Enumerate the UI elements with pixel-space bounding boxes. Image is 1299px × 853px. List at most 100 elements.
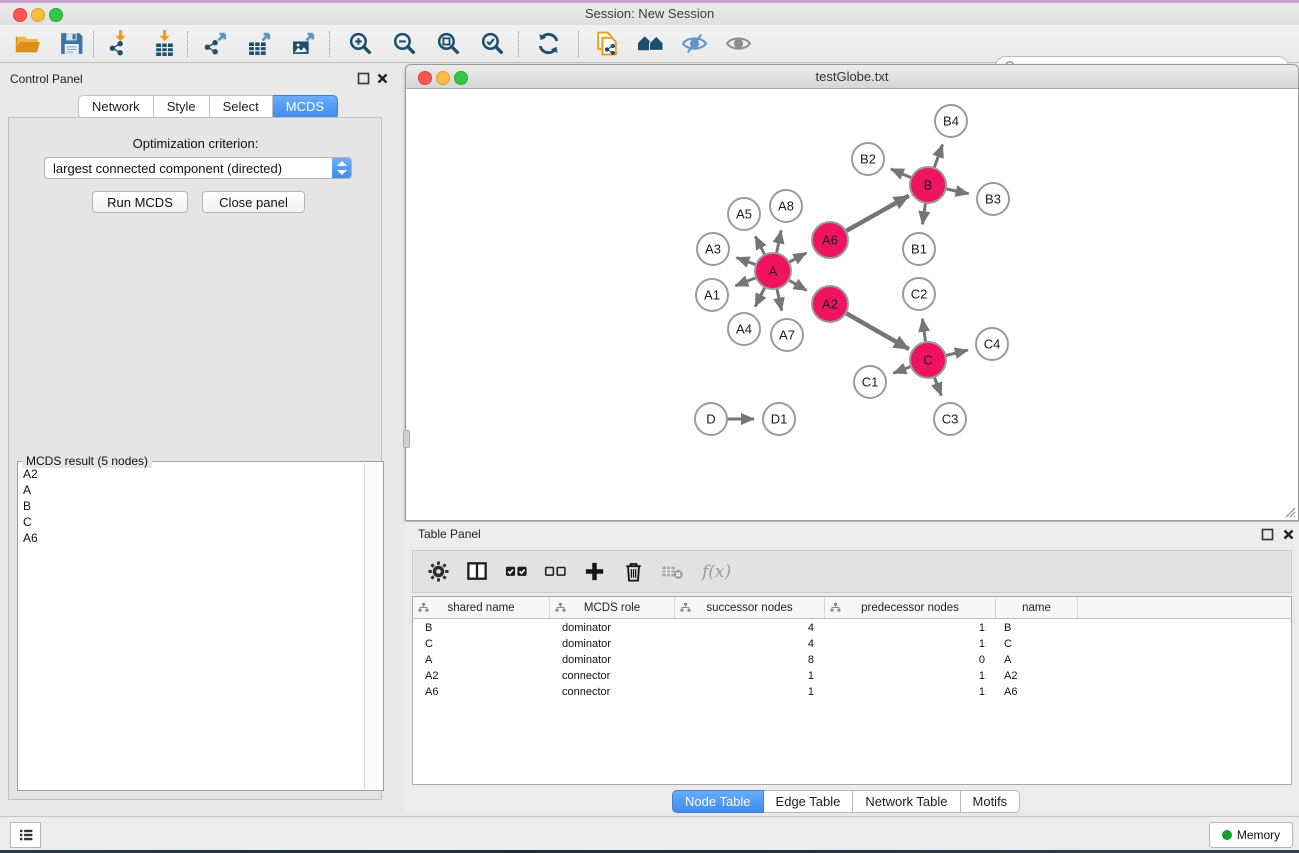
refresh-layout-icon[interactable] [530, 28, 566, 60]
graph-node-B[interactable]: B [910, 167, 946, 203]
table-row-A6[interactable]: A6connector11A6 [413, 684, 1291, 700]
main-titlebar[interactable]: Session: New Session [0, 3, 1299, 25]
graph-node-B4[interactable]: B4 [935, 105, 967, 137]
table-cell[interactable]: B [413, 620, 550, 636]
column-header-MCDS-role[interactable]: MCDS role [550, 597, 675, 618]
column-header-shared-name[interactable]: shared name [413, 597, 550, 618]
clone-network-icon[interactable] [588, 28, 624, 60]
graph-node-C2[interactable]: C2 [903, 278, 935, 310]
tab-network[interactable]: Network [78, 95, 154, 119]
table-cell[interactable]: 8 [675, 652, 825, 668]
open-session-icon[interactable] [9, 28, 45, 60]
tab-motifs[interactable]: Motifs [961, 790, 1021, 813]
column-header-successor-nodes[interactable]: successor nodes [675, 597, 825, 618]
column-header-predecessor-nodes[interactable]: predecessor nodes [825, 597, 996, 618]
function-builder-button[interactable]: f(x) [698, 562, 731, 582]
network-window-titlebar[interactable]: testGlobe.txt [406, 65, 1298, 89]
minimize-traffic-light[interactable] [31, 8, 45, 22]
graph-node-A1[interactable]: A1 [696, 279, 728, 311]
graph-node-A6[interactable]: A6 [812, 222, 848, 258]
session-home-icon[interactable] [632, 28, 668, 60]
tab-edge-table[interactable]: Edge Table [764, 790, 854, 813]
tab-style[interactable]: Style [154, 95, 210, 119]
deselect-all-checkboxes-icon[interactable] [542, 559, 568, 585]
graph-node-C4[interactable]: C4 [976, 328, 1008, 360]
graph-node-C[interactable]: C [910, 342, 946, 378]
table-row-A[interactable]: Adominator80A [413, 652, 1291, 668]
table-cell[interactable]: A6 [996, 684, 1078, 700]
split-columns-icon[interactable] [464, 559, 490, 585]
memory-button[interactable]: Memory [1209, 822, 1293, 848]
table-cell[interactable]: C [413, 636, 550, 652]
table-cell[interactable]: A2 [413, 668, 550, 684]
column-header-name[interactable]: name [996, 597, 1078, 618]
hide-selected-eye-icon[interactable] [676, 28, 712, 60]
task-history-button[interactable] [10, 822, 41, 848]
graph-node-C1[interactable]: C1 [854, 366, 886, 398]
table-cell[interactable]: A6 [413, 684, 550, 700]
mcds-result-item[interactable]: C [23, 514, 38, 530]
settings-gear-icon[interactable] [425, 559, 451, 585]
table-cell[interactable]: connector [550, 684, 675, 700]
zoom-out-icon[interactable] [386, 28, 422, 60]
table-cell[interactable]: 1 [825, 668, 996, 684]
table-cell[interactable]: 1 [825, 684, 996, 700]
import-table-icon[interactable] [146, 28, 182, 60]
graph-node-C3[interactable]: C3 [934, 403, 966, 435]
save-session-icon[interactable] [53, 28, 89, 60]
table-close-panel-icon[interactable] [1282, 528, 1295, 541]
zoom-traffic-light[interactable] [49, 8, 63, 22]
show-eye-icon[interactable] [720, 28, 756, 60]
network-zoom-traffic-light[interactable] [454, 71, 468, 85]
select-all-checkboxes-icon[interactable] [503, 559, 529, 585]
table-cell[interactable]: A [996, 652, 1078, 668]
table-cell[interactable]: B [996, 620, 1078, 636]
close-panel-button[interactable]: Close panel [202, 191, 305, 213]
network-close-traffic-light[interactable] [418, 71, 432, 85]
criterion-dropdown[interactable]: largest connected component (directed) [44, 157, 352, 179]
float-panel-icon[interactable] [357, 72, 370, 85]
import-network-icon[interactable] [102, 28, 138, 60]
tab-mcds[interactable]: MCDS [273, 95, 338, 119]
table-cell[interactable]: 0 [825, 652, 996, 668]
close-traffic-light[interactable] [13, 8, 27, 22]
table-cell[interactable]: 1 [675, 684, 825, 700]
table-row-B[interactable]: Bdominator41B [413, 620, 1291, 636]
graph-node-B3[interactable]: B3 [977, 183, 1009, 215]
graph-node-B1[interactable]: B1 [903, 233, 935, 265]
table-float-panel-icon[interactable] [1261, 528, 1274, 541]
table-row-A2[interactable]: A2connector11A2 [413, 668, 1291, 684]
graph-node-A4[interactable]: A4 [728, 313, 760, 345]
graph-node-A2[interactable]: A2 [812, 286, 848, 322]
graph-node-A3[interactable]: A3 [697, 233, 729, 265]
export-network-icon[interactable] [198, 28, 234, 60]
mcds-result-item[interactable]: A6 [23, 530, 38, 546]
graph-node-A5[interactable]: A5 [728, 198, 760, 230]
graph-node-A[interactable]: A [755, 253, 791, 289]
export-image-icon[interactable] [286, 28, 322, 60]
table-cell[interactable]: dominator [550, 620, 675, 636]
table-cell[interactable]: 1 [825, 636, 996, 652]
table-cell[interactable]: connector [550, 668, 675, 684]
mcds-result-item[interactable]: B [23, 498, 38, 514]
table-cell[interactable]: dominator [550, 636, 675, 652]
canvas-scroll-nub[interactable] [403, 430, 410, 448]
zoom-fit-icon[interactable] [430, 28, 466, 60]
window-resize-grip[interactable] [1283, 505, 1296, 518]
table-cell[interactable]: C [996, 636, 1078, 652]
network-minimize-traffic-light[interactable] [436, 71, 450, 85]
table-cell[interactable]: 1 [675, 668, 825, 684]
table-cell[interactable]: 4 [675, 620, 825, 636]
run-mcds-button[interactable]: Run MCDS [92, 191, 188, 213]
tab-node-table[interactable]: Node Table [672, 790, 764, 813]
table-cell[interactable]: 1 [825, 620, 996, 636]
zoom-selected-icon[interactable] [474, 28, 510, 60]
graph-node-A8[interactable]: A8 [770, 190, 802, 222]
table-row-C[interactable]: Cdominator41C [413, 636, 1291, 652]
mcds-result-item[interactable]: A [23, 482, 38, 498]
graph-node-D1[interactable]: D1 [763, 403, 795, 435]
mcds-result-item[interactable]: A2 [23, 466, 38, 482]
add-column-icon[interactable] [581, 559, 607, 585]
table-cell[interactable]: A [413, 652, 550, 668]
delete-column-icon[interactable] [620, 559, 646, 585]
